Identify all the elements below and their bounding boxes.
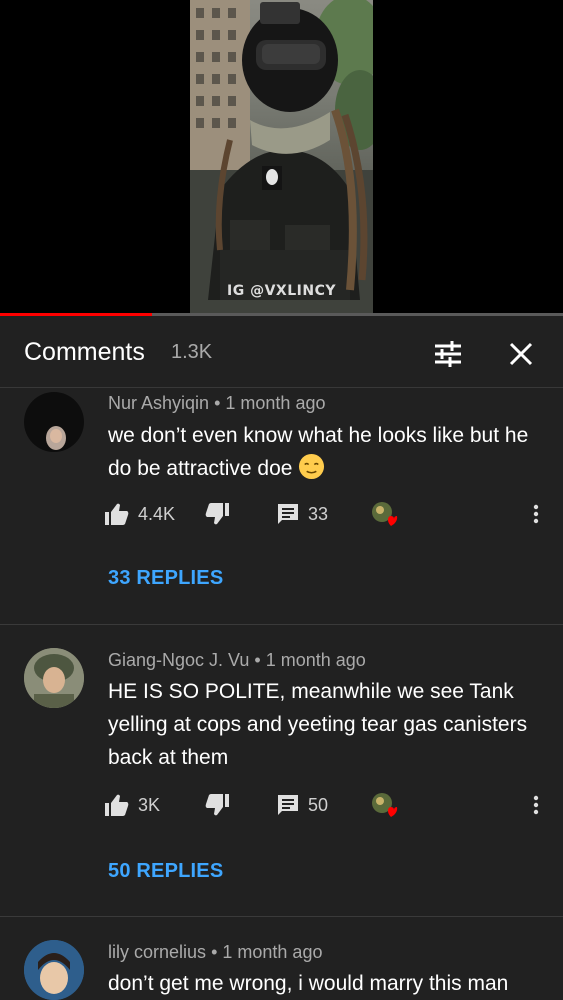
more-options-button[interactable] — [530, 790, 542, 820]
comment-actions: 3K 50 — [104, 789, 554, 821]
video-thumbnail — [190, 0, 373, 313]
more-vert-icon — [533, 795, 539, 815]
comment-text: HE IS SO POLITE, meanwhile we see Tank y… — [108, 680, 528, 769]
creator-heart-icon — [372, 793, 398, 817]
avatar[interactable] — [24, 392, 84, 452]
avatar-image — [46, 426, 66, 450]
view-replies-link[interactable]: 33 REPLIES — [108, 567, 223, 590]
reply-count: 33 — [308, 503, 329, 524]
thumbs-down-icon — [205, 503, 229, 525]
comment-text: we don’t even know what he looks like bu… — [108, 419, 538, 485]
meta-separator: • — [254, 650, 261, 670]
comments-title: Comments — [24, 338, 145, 366]
close-comments-button[interactable] — [503, 336, 539, 372]
comment-item: Nur Ashyiqin • 1 month ago we don’t even… — [0, 388, 563, 624]
reply-button[interactable]: 50 — [276, 789, 328, 821]
like-count: 4.4K — [138, 503, 176, 524]
meta-separator: • — [214, 393, 221, 413]
comment-meta: lily cornelius • 1 month ago — [108, 942, 322, 963]
sort-filter-button[interactable] — [430, 336, 466, 372]
video-player[interactable]: IG @VXLINCY — [0, 0, 563, 313]
comment-text: don’t get me wrong, i would marry this m… — [108, 972, 509, 995]
like-button[interactable]: 3K — [104, 789, 160, 821]
comment-author[interactable]: lily cornelius — [108, 942, 206, 962]
thumbs-up-icon — [105, 503, 129, 525]
meta-separator: • — [211, 942, 218, 962]
video-frame[interactable]: IG @VXLINCY — [190, 0, 373, 313]
comments-header: Comments 1.3K — [0, 316, 563, 388]
comments-count: 1.3K — [171, 341, 213, 363]
thumbs-down-icon — [205, 794, 229, 816]
close-icon — [509, 342, 533, 366]
avatar-image — [24, 940, 84, 1000]
dislike-button[interactable] — [204, 789, 230, 821]
reply-count: 50 — [308, 794, 329, 815]
video-watermark: IG @VXLINCY — [227, 283, 336, 299]
avatar-image — [24, 648, 84, 708]
tune-icon — [435, 341, 461, 367]
avatar[interactable] — [24, 940, 84, 1000]
more-vert-icon — [533, 504, 539, 524]
more-options-button[interactable] — [530, 499, 542, 529]
like-count: 3K — [138, 794, 161, 815]
dislike-button[interactable] — [204, 498, 230, 530]
comment-time[interactable]: 1 month ago — [266, 650, 366, 670]
reply-button[interactable]: 33 — [276, 498, 328, 530]
comment-icon — [278, 504, 298, 524]
comment-time[interactable]: 1 month ago — [222, 942, 322, 962]
comment-item: lily cornelius • 1 month ago don’t get m… — [0, 917, 563, 1000]
comment-meta: Giang-Ngoc J. Vu • 1 month ago — [108, 650, 366, 671]
creator-heart-icon — [372, 502, 398, 526]
comment-actions: 4.4K 33 — [104, 498, 554, 530]
creator-heart — [370, 500, 398, 528]
creator-heart — [370, 791, 398, 819]
thumbs-up-icon — [105, 794, 129, 816]
view-replies-link[interactable]: 50 REPLIES — [108, 860, 223, 883]
comment-item: Giang-Ngoc J. Vu • 1 month ago HE IS SO … — [0, 625, 563, 915]
comment-author[interactable]: Giang-Ngoc J. Vu — [108, 650, 249, 670]
comment-icon — [278, 795, 298, 815]
comment-author[interactable]: Nur Ashyiqin — [108, 393, 209, 413]
comment-meta: Nur Ashyiqin • 1 month ago — [108, 393, 325, 414]
relieved-face-emoji — [299, 453, 325, 480]
like-button[interactable]: 4.4K — [104, 498, 175, 530]
avatar[interactable] — [24, 648, 84, 708]
comment-time[interactable]: 1 month ago — [225, 393, 325, 413]
